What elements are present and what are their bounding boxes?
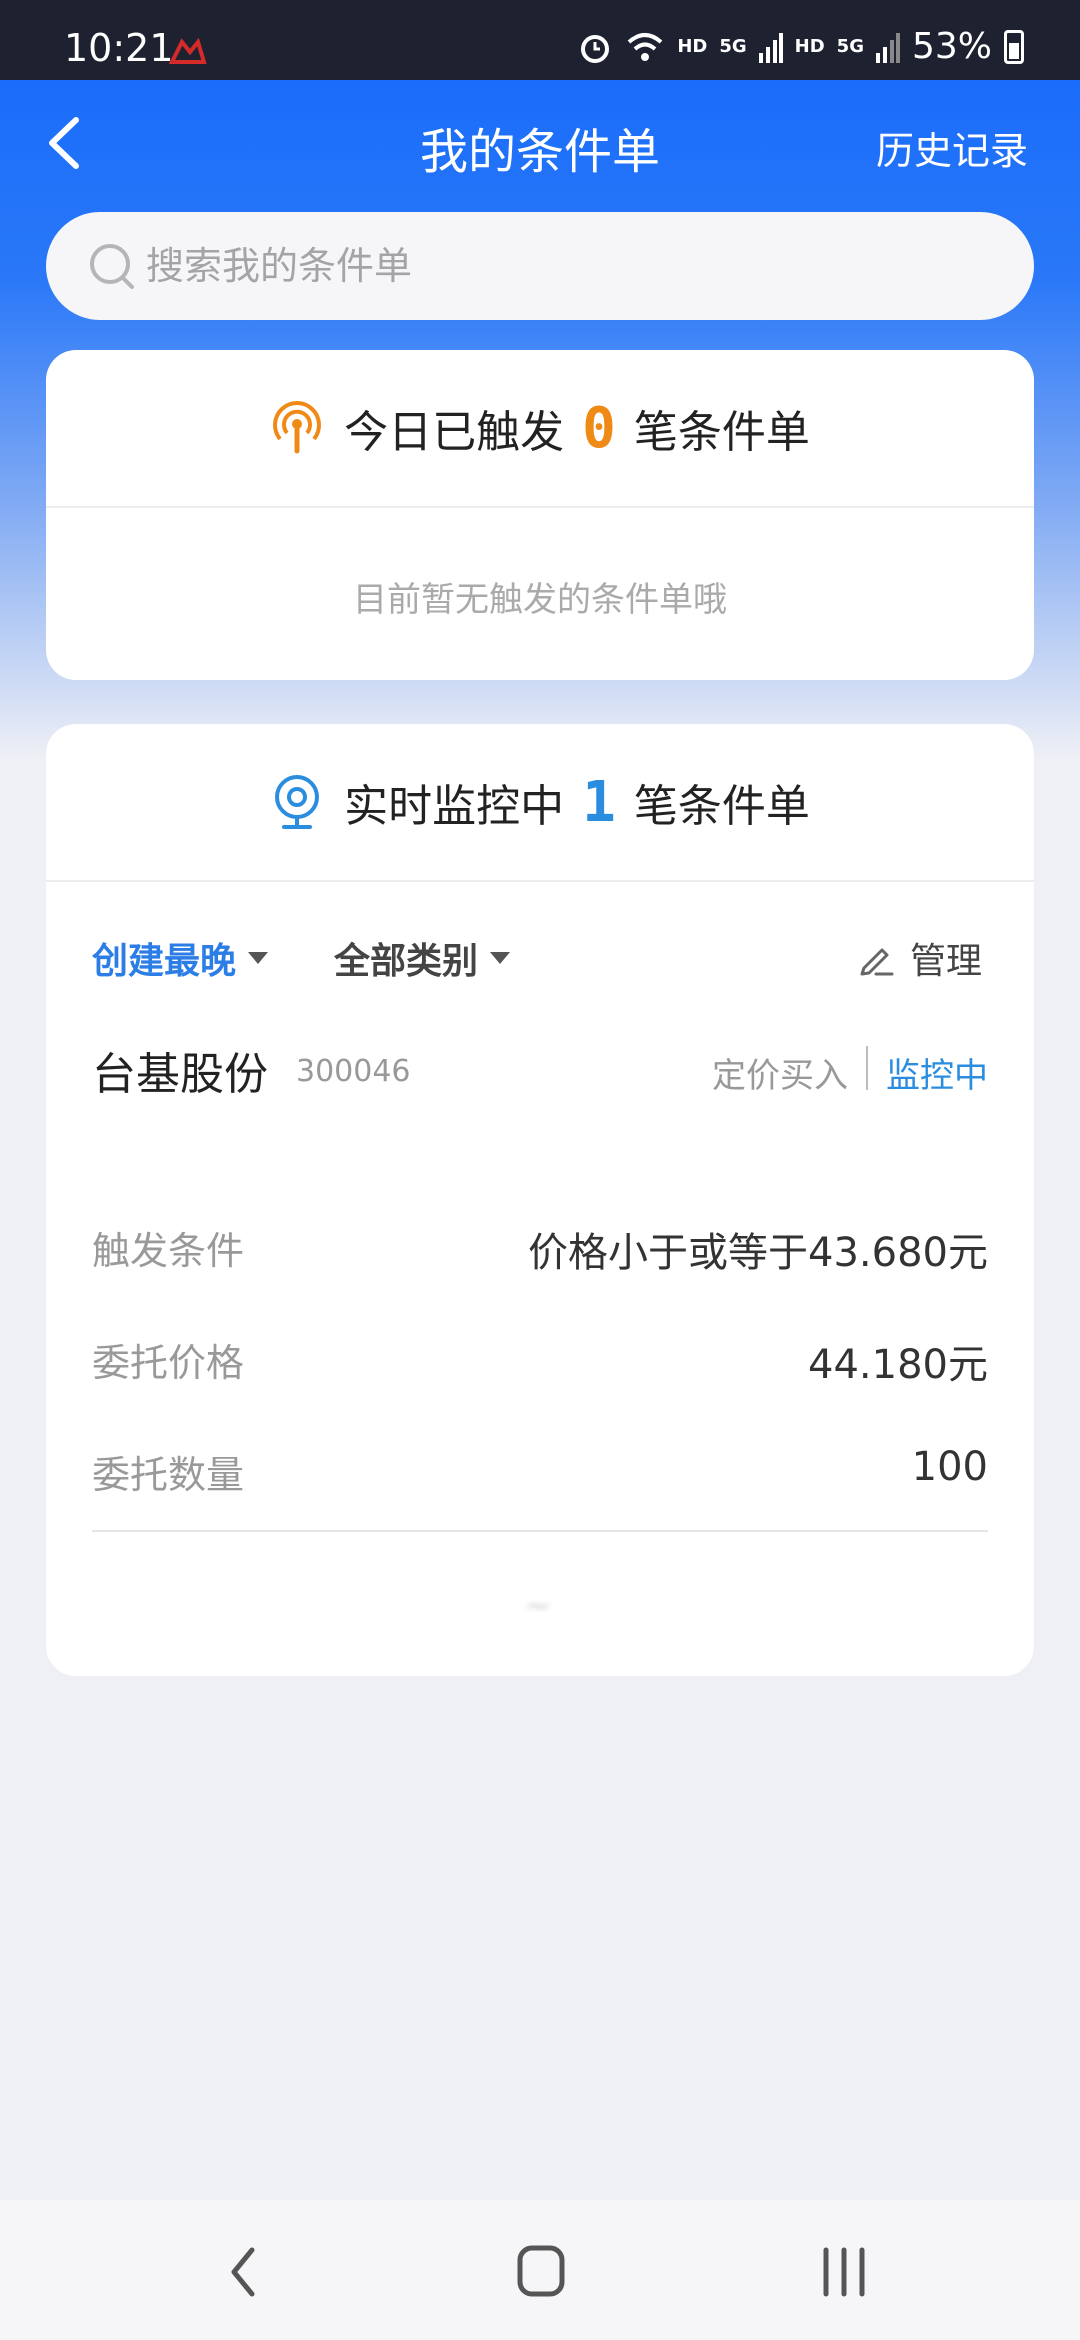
monitoring-prefix: 实时监控中: [344, 781, 565, 832]
divider: [866, 1046, 868, 1090]
detail-value: 价格小于或等于43.680元: [528, 1230, 988, 1276]
status-indicators: HD 5G HD 5G 53%: [577, 26, 1024, 67]
battery-percent: 53%: [911, 26, 992, 67]
system-nav-bar: [0, 2200, 1080, 2340]
manage-label: 管理: [909, 941, 982, 982]
hd-label-2: HD: [794, 36, 825, 57]
stock-name: 台基股份: [92, 1049, 268, 1100]
stock-code: 300046: [296, 1054, 411, 1089]
search-bar[interactable]: [46, 212, 1034, 320]
detail-row-quantity: 委托数量 100: [46, 1408, 1034, 1520]
manage-button[interactable]: 管理: [856, 932, 982, 984]
footer-note: ~: [524, 1586, 556, 1624]
wifi-icon: [628, 32, 663, 61]
signal-icon-1: [758, 32, 783, 63]
detail-label: 委托数量: [92, 1453, 245, 1497]
caret-down-icon: [248, 952, 269, 964]
nav-recents-icon[interactable]: [804, 2240, 884, 2304]
detail-row-price: 委托价格 44.180元: [46, 1296, 1034, 1408]
broadcast-icon: [273, 401, 322, 454]
triggered-prefix: 今日已触发: [344, 407, 565, 458]
detail-value: 44.180元: [808, 1342, 988, 1388]
monitoring-suffix: 笔条件单: [633, 781, 810, 832]
battery-icon: [1004, 29, 1024, 64]
sort-label: 创建最晚: [92, 941, 237, 982]
filter-bar: 创建最晚 全部类别 管理: [46, 882, 1034, 1018]
sort-dropdown[interactable]: 创建最晚: [92, 932, 269, 984]
search-input[interactable]: [146, 212, 1006, 320]
status-time: 10:21: [64, 26, 174, 70]
status-badge: 监控中: [886, 1056, 988, 1096]
status-bar: 10:21 HD 5G HD 5G 53%: [0, 0, 1080, 80]
network-label-1: 5G: [719, 36, 747, 57]
divider: [92, 1530, 988, 1532]
monitoring-header: 实时监控中 1 笔条件单: [46, 724, 1034, 882]
detail-label: 委托价格: [92, 1341, 245, 1385]
detail-row-trigger: 触发条件 价格小于或等于43.680元: [46, 1184, 1034, 1296]
search-icon: [90, 244, 134, 289]
caret-down-icon: [490, 952, 511, 964]
nav-home-icon[interactable]: [500, 2240, 580, 2304]
webcam-icon: [275, 775, 320, 829]
empty-state-text: 目前暂无触发的条件单哦: [353, 580, 727, 620]
hd-label-1: HD: [677, 36, 708, 57]
order-type: 定价买入: [712, 1056, 848, 1096]
alarm-icon: [581, 34, 610, 63]
monitoring-count: 1: [582, 769, 616, 835]
triggered-suffix: 笔条件单: [633, 407, 810, 458]
category-label: 全部类别: [334, 941, 479, 982]
order-item-header[interactable]: 台基股份 300046 定价买入 监控中: [46, 1018, 1034, 1138]
nav-back-icon[interactable]: [204, 2240, 284, 2304]
triggered-count: 0: [582, 395, 616, 461]
signal-icon-2: [875, 32, 900, 63]
category-dropdown[interactable]: 全部类别: [334, 932, 511, 984]
history-button[interactable]: 历史记录: [876, 120, 1028, 175]
edit-pencil-icon: [860, 948, 894, 976]
notification-app-icon: [168, 37, 207, 64]
detail-label: 触发条件: [92, 1229, 245, 1273]
monitoring-orders-card: 实时监控中 1 笔条件单 创建最晚 全部类别 管理 台基股份 300046 定价…: [46, 724, 1034, 1676]
detail-value: 100: [911, 1444, 988, 1490]
triggered-header: 今日已触发 0 笔条件单: [46, 350, 1034, 508]
network-label-2: 5G: [836, 36, 864, 57]
triggered-orders-card: 今日已触发 0 笔条件单 目前暂无触发的条件单哦: [46, 350, 1034, 680]
